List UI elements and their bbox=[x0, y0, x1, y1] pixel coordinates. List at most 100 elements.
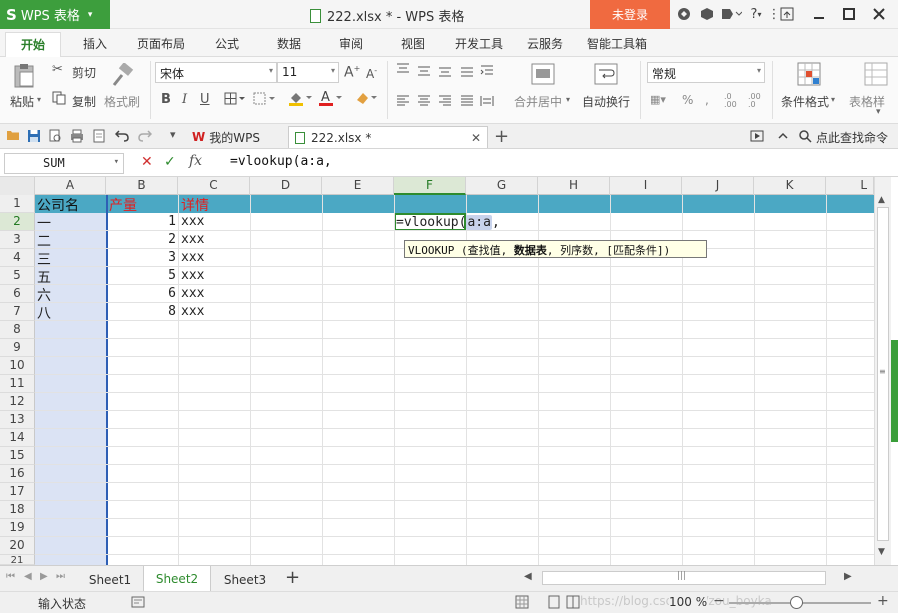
underline-icon[interactable]: U bbox=[200, 92, 210, 107]
tab-insert[interactable]: 插入 bbox=[83, 35, 107, 52]
collapse-icon[interactable] bbox=[776, 129, 790, 147]
cell-b2[interactable]: 1 bbox=[106, 214, 176, 232]
next-sheet-icon[interactable]: ▶ bbox=[40, 571, 48, 582]
font-color-icon[interactable]: A bbox=[318, 89, 344, 111]
vertical-scrollbar[interactable]: ▲ ≡ ▼ bbox=[874, 177, 891, 565]
align-middle-icon[interactable] bbox=[417, 65, 431, 81]
cell-c2[interactable]: xxx bbox=[181, 214, 204, 232]
scroll-left-icon[interactable]: ◀ bbox=[524, 571, 532, 582]
conditional-format-dropdown-icon[interactable]: ▾ bbox=[831, 95, 835, 104]
skin-icon[interactable] bbox=[673, 4, 695, 24]
col-header-l[interactable]: L bbox=[826, 177, 874, 195]
increase-decimal-icon[interactable]: .0.00 bbox=[724, 93, 737, 109]
print-icon[interactable] bbox=[70, 129, 84, 147]
paste-dropdown-icon[interactable]: ▾ bbox=[37, 95, 41, 104]
col-header-i[interactable]: I bbox=[610, 177, 682, 195]
cut-button[interactable]: 剪切 bbox=[72, 64, 96, 81]
cell-c6[interactable]: xxx bbox=[181, 286, 204, 304]
copy-button[interactable]: 复制 bbox=[72, 93, 96, 110]
row-header[interactable]: 16 bbox=[0, 465, 35, 483]
search-icon[interactable] bbox=[798, 129, 812, 147]
decrease-decimal-icon[interactable]: .00.0 bbox=[748, 93, 761, 109]
border-icon[interactable] bbox=[224, 92, 246, 109]
prev-sheet-icon[interactable]: ◀ bbox=[24, 571, 32, 582]
cell-b5[interactable]: 5 bbox=[106, 268, 176, 286]
bold-icon[interactable]: B bbox=[161, 92, 171, 107]
macro-record-icon[interactable] bbox=[131, 595, 145, 613]
cell-c5[interactable]: xxx bbox=[181, 268, 204, 286]
cell-b1[interactable]: 产量 bbox=[109, 195, 137, 214]
login-button[interactable]: 未登录 bbox=[590, 0, 670, 29]
undo-icon[interactable] bbox=[114, 128, 129, 146]
format-painter-button[interactable]: 格式刷 bbox=[104, 93, 140, 110]
cell-b4[interactable]: 3 bbox=[106, 250, 176, 268]
tab-home[interactable]: 开始 bbox=[5, 32, 61, 57]
percent-icon[interactable]: % bbox=[682, 93, 693, 107]
col-header-g[interactable]: G bbox=[466, 177, 538, 195]
cell-f2-editor[interactable]: =vlookup( a:a , bbox=[396, 213, 500, 231]
align-right-icon[interactable] bbox=[438, 95, 452, 111]
row-header[interactable]: 9 bbox=[0, 339, 35, 357]
tab-cloud[interactable]: 云服务 bbox=[527, 35, 563, 52]
cell-a7[interactable]: 八 bbox=[37, 303, 51, 322]
scroll-right-icon[interactable]: ▶ bbox=[844, 571, 852, 582]
new-tab-icon[interactable]: + bbox=[494, 126, 509, 147]
first-sheet-icon[interactable]: ⏮ bbox=[6, 571, 15, 582]
cell-b3[interactable]: 2 bbox=[106, 232, 176, 250]
row-header[interactable]: 14 bbox=[0, 429, 35, 447]
save-icon[interactable] bbox=[27, 129, 41, 147]
scroll-down-icon[interactable]: ▼ bbox=[878, 547, 885, 557]
merge-dropdown-icon[interactable]: ▾ bbox=[566, 95, 570, 104]
conditional-format-button[interactable]: 条件格式 bbox=[781, 93, 829, 110]
row-header[interactable]: 15 bbox=[0, 447, 35, 465]
minimize-icon[interactable] bbox=[808, 4, 830, 24]
formula-input[interactable]: =vlookup(a:a, bbox=[230, 153, 894, 174]
cancel-icon[interactable]: ✕ bbox=[141, 154, 153, 170]
row-header[interactable]: 3 bbox=[0, 231, 35, 249]
confirm-icon[interactable]: ✓ bbox=[164, 154, 176, 170]
number-format-select[interactable]: 常规 ▾ bbox=[647, 62, 765, 83]
row-header[interactable]: 13 bbox=[0, 411, 35, 429]
increase-font-icon[interactable]: A+ bbox=[344, 64, 360, 81]
row-header[interactable]: 20 bbox=[0, 537, 35, 555]
side-panel-tab[interactable] bbox=[891, 340, 898, 442]
folder-icon[interactable] bbox=[6, 129, 20, 144]
col-header-e[interactable]: E bbox=[322, 177, 394, 195]
horizontal-scroll-thumb[interactable]: ||| bbox=[542, 571, 826, 585]
tab-smart-tools[interactable]: 智能工具箱 bbox=[587, 35, 647, 52]
row-header[interactable]: 6 bbox=[0, 285, 35, 303]
page-layout-view-icon[interactable] bbox=[547, 595, 561, 613]
add-sheet-icon[interactable]: + bbox=[285, 567, 300, 588]
find-command-link[interactable]: 点此查找命令 bbox=[816, 129, 888, 146]
row-header[interactable]: 11 bbox=[0, 375, 35, 393]
distributed-icon[interactable] bbox=[480, 95, 494, 111]
close-icon[interactable] bbox=[868, 4, 890, 24]
close-tab-icon[interactable]: ✕ bbox=[471, 131, 481, 145]
col-header-j[interactable]: J bbox=[682, 177, 754, 195]
row-header[interactable]: 10 bbox=[0, 357, 35, 375]
tab-developer[interactable]: 开发工具 bbox=[455, 35, 503, 52]
document-icon[interactable] bbox=[92, 129, 106, 147]
print-preview-icon[interactable] bbox=[48, 129, 62, 147]
row-header[interactable]: 8 bbox=[0, 321, 35, 339]
play-icon[interactable] bbox=[750, 129, 764, 147]
maximize-icon[interactable] bbox=[838, 4, 860, 24]
align-bottom-icon[interactable] bbox=[438, 65, 452, 81]
cell-c7[interactable]: xxx bbox=[181, 304, 204, 322]
row-header[interactable]: 17 bbox=[0, 483, 35, 501]
font-name-select[interactable]: 宋体 ▾ bbox=[155, 62, 277, 83]
tab-view[interactable]: 视图 bbox=[401, 35, 425, 52]
row-header[interactable]: 7 bbox=[0, 303, 35, 321]
col-header-b[interactable]: B bbox=[106, 177, 178, 195]
share-icon[interactable] bbox=[718, 4, 744, 24]
zoom-level[interactable]: 100 % bbox=[669, 595, 708, 609]
col-header-c[interactable]: C bbox=[178, 177, 250, 195]
select-all-corner[interactable] bbox=[0, 177, 35, 195]
align-left-icon[interactable] bbox=[396, 95, 410, 111]
decrease-font-icon[interactable]: A- bbox=[366, 66, 377, 81]
tab-page-layout[interactable]: 页面布局 bbox=[137, 35, 185, 52]
row-header[interactable]: 21 bbox=[0, 555, 35, 565]
sheet-tab-sheet3[interactable]: Sheet3 bbox=[213, 569, 277, 591]
sheet-tab-sheet1[interactable]: Sheet1 bbox=[78, 569, 142, 591]
cell-c1[interactable]: 详情 bbox=[181, 195, 209, 214]
